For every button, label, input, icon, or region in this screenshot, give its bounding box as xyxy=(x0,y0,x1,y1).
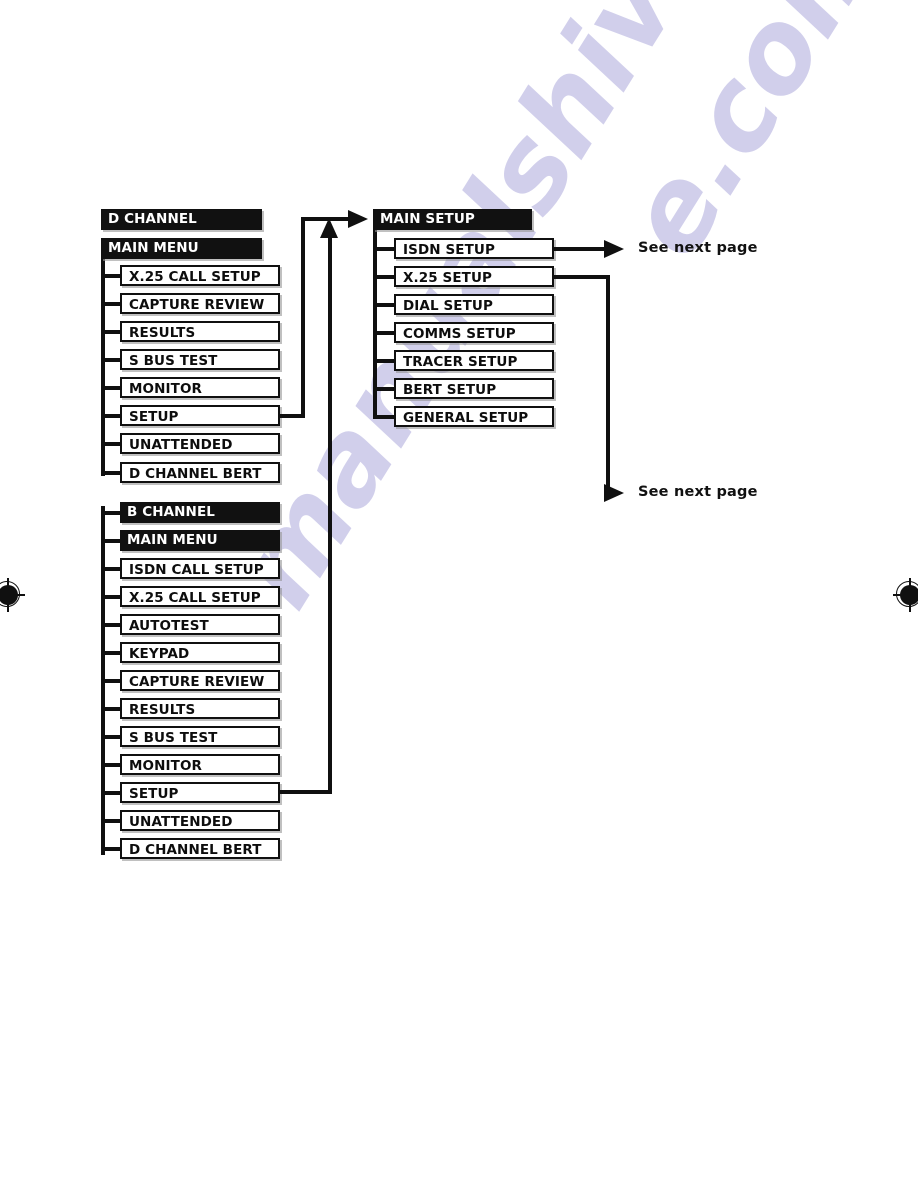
d-channel-title: D CHANNEL xyxy=(101,209,262,230)
isdn-setup-next-page-label: See next page xyxy=(638,240,758,256)
b-setup-flow-horizontal-out xyxy=(280,790,332,794)
x25-setup-next-page-label: See next page xyxy=(638,484,758,500)
ms-connector-5 xyxy=(373,359,396,363)
isdn-setup-flow-line xyxy=(554,247,606,251)
b-connector-7 xyxy=(101,679,122,683)
main-setup-item-tracer-setup[interactable]: TRACER SETUP xyxy=(394,350,554,371)
d-menu-item-d-channel-bert[interactable]: D CHANNEL BERT xyxy=(120,462,280,483)
d-setup-flow-vertical-up xyxy=(301,217,305,418)
b-menu-item-setup[interactable]: SETUP xyxy=(120,782,280,803)
registration-mark-left-icon xyxy=(0,578,25,612)
d-channel-main-menu-title: MAIN MENU xyxy=(101,238,262,259)
b-channel-main-menu-title: MAIN MENU xyxy=(120,530,280,551)
b-menu-item-keypad[interactable]: KEYPAD xyxy=(120,642,280,663)
b-connector-6 xyxy=(101,651,122,655)
b-menu-item-capture-review[interactable]: CAPTURE REVIEW xyxy=(120,670,280,691)
main-setup-item-bert-setup[interactable]: BERT SETUP xyxy=(394,378,554,399)
b-connector-2 xyxy=(101,539,122,543)
d-setup-flow-arrowhead-icon xyxy=(348,210,368,228)
ms-connector-1 xyxy=(373,247,396,251)
ms-connector-3 xyxy=(373,303,396,307)
b-connector-9 xyxy=(101,735,122,739)
b-connector-13 xyxy=(101,847,122,851)
b-connector-11 xyxy=(101,791,122,795)
d-menu-item-monitor[interactable]: MONITOR xyxy=(120,377,280,398)
main-setup-title: MAIN SETUP xyxy=(373,209,532,230)
b-menu-item-s-bus-test[interactable]: S BUS TEST xyxy=(120,726,280,747)
x25-setup-flow-vertical xyxy=(606,275,610,491)
b-connector-12 xyxy=(101,819,122,823)
b-connector-8 xyxy=(101,707,122,711)
d-connector-4 xyxy=(101,358,122,362)
main-setup-item-general-setup[interactable]: GENERAL SETUP xyxy=(394,406,554,427)
d-menu-item-unattended[interactable]: UNATTENDED xyxy=(120,433,280,454)
d-connector-5 xyxy=(101,386,122,390)
menu-structure-diagram: D CHANNEL MAIN MENU X.25 CALL SETUP CAPT… xyxy=(0,0,918,1188)
isdn-setup-arrowhead-icon xyxy=(604,240,624,258)
b-channel-title: B CHANNEL xyxy=(120,502,280,523)
b-connector-10 xyxy=(101,763,122,767)
main-setup-item-isdn-setup[interactable]: ISDN SETUP xyxy=(394,238,554,259)
b-menu-item-isdn-call-setup[interactable]: ISDN CALL SETUP xyxy=(120,558,280,579)
d-connector-2 xyxy=(101,302,122,306)
b-menu-item-monitor[interactable]: MONITOR xyxy=(120,754,280,775)
d-connector-7 xyxy=(101,442,122,446)
b-menu-item-results[interactable]: RESULTS xyxy=(120,698,280,719)
d-menu-item-capture-review[interactable]: CAPTURE REVIEW xyxy=(120,293,280,314)
b-menu-item-d-channel-bert[interactable]: D CHANNEL BERT xyxy=(120,838,280,859)
main-setup-item-x25-setup[interactable]: X.25 SETUP xyxy=(394,266,554,287)
d-menu-item-s-bus-test[interactable]: S BUS TEST xyxy=(120,349,280,370)
b-connector-1 xyxy=(101,511,122,515)
b-connector-3 xyxy=(101,567,122,571)
b-setup-flow-arrowhead-icon xyxy=(320,218,338,238)
x25-setup-flow-horizontal xyxy=(554,275,610,279)
d-menu-item-x25-call-setup[interactable]: X.25 CALL SETUP xyxy=(120,265,280,286)
ms-connector-4 xyxy=(373,331,396,335)
ms-connector-7 xyxy=(373,415,396,419)
d-connector-6 xyxy=(101,414,122,418)
b-menu-item-x25-call-setup[interactable]: X.25 CALL SETUP xyxy=(120,586,280,607)
b-setup-flow-vertical-up xyxy=(328,238,332,792)
d-connector-3 xyxy=(101,330,122,334)
d-connector-1 xyxy=(101,274,122,278)
b-connector-5 xyxy=(101,623,122,627)
ms-connector-6 xyxy=(373,387,396,391)
b-menu-item-autotest[interactable]: AUTOTEST xyxy=(120,614,280,635)
b-connector-4 xyxy=(101,595,122,599)
d-menu-item-setup[interactable]: SETUP xyxy=(120,405,280,426)
b-menu-item-unattended[interactable]: UNATTENDED xyxy=(120,810,280,831)
d-connector-8 xyxy=(101,471,122,475)
main-setup-item-comms-setup[interactable]: COMMS SETUP xyxy=(394,322,554,343)
d-menu-item-results[interactable]: RESULTS xyxy=(120,321,280,342)
x25-setup-arrowhead-icon xyxy=(604,484,624,502)
main-setup-item-dial-setup[interactable]: DIAL SETUP xyxy=(394,294,554,315)
registration-mark-right-icon xyxy=(893,578,918,612)
ms-connector-2 xyxy=(373,275,396,279)
